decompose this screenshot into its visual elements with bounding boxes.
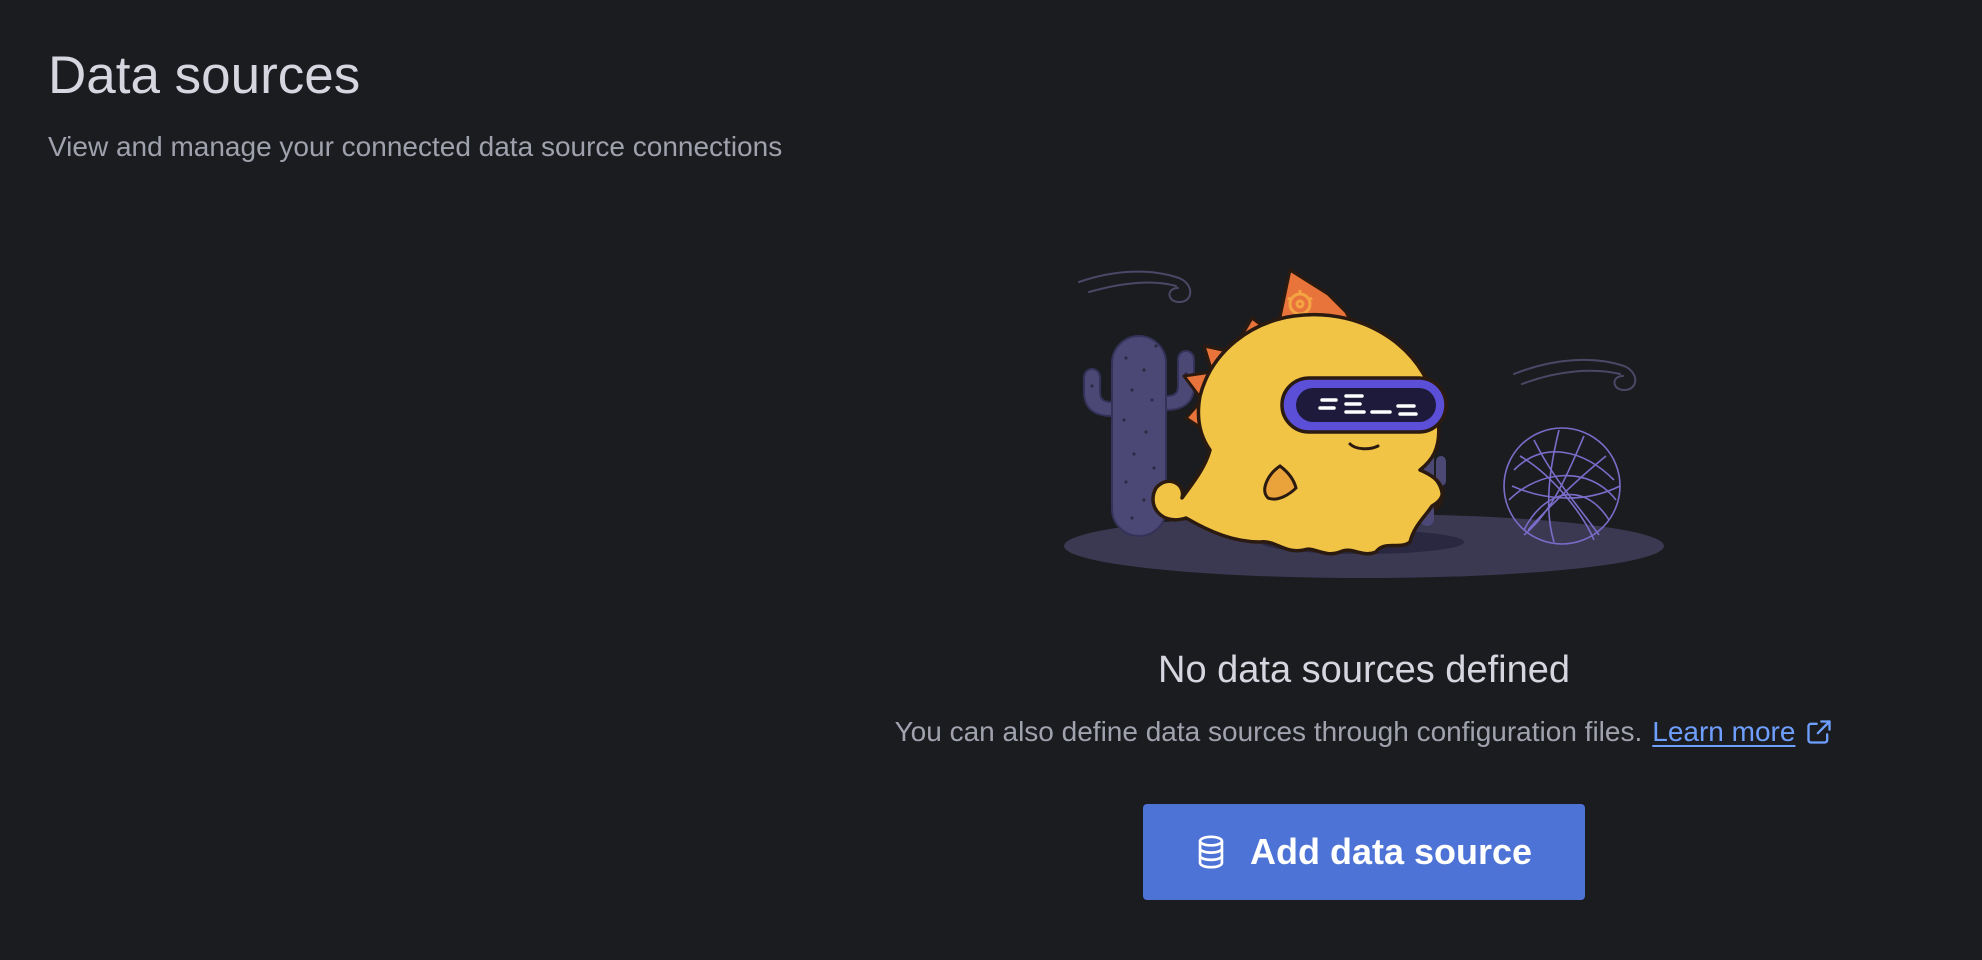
empty-state-description-text: You can also define data sources through… — [894, 716, 1643, 747]
add-data-source-label: Add data source — [1249, 831, 1533, 872]
page-title: Data sources — [48, 46, 361, 105]
empty-state-title: No data sources defined — [1158, 649, 1570, 691]
wind-swirl-right — [1513, 358, 1637, 392]
page-header: Data sources View and manage your connec… — [48, 40, 782, 164]
database-icon — [1198, 835, 1224, 869]
mascot-illustration — [1064, 268, 1664, 578]
wind-swirl-left — [1078, 270, 1192, 304]
learn-more-link[interactable]: Learn more — [1652, 714, 1833, 750]
learn-more-label: Learn more — [1652, 716, 1796, 747]
empty-state-description: You can also define data sources through… — [895, 714, 1834, 750]
mascot-character — [1151, 268, 1448, 556]
page-subtitle: View and manage your connected data sour… — [48, 131, 783, 162]
external-link-icon — [1807, 720, 1832, 744]
empty-state: No data sources defined You can also def… — [840, 250, 1888, 900]
add-data-source-button[interactable]: Add data source — [1143, 804, 1585, 900]
